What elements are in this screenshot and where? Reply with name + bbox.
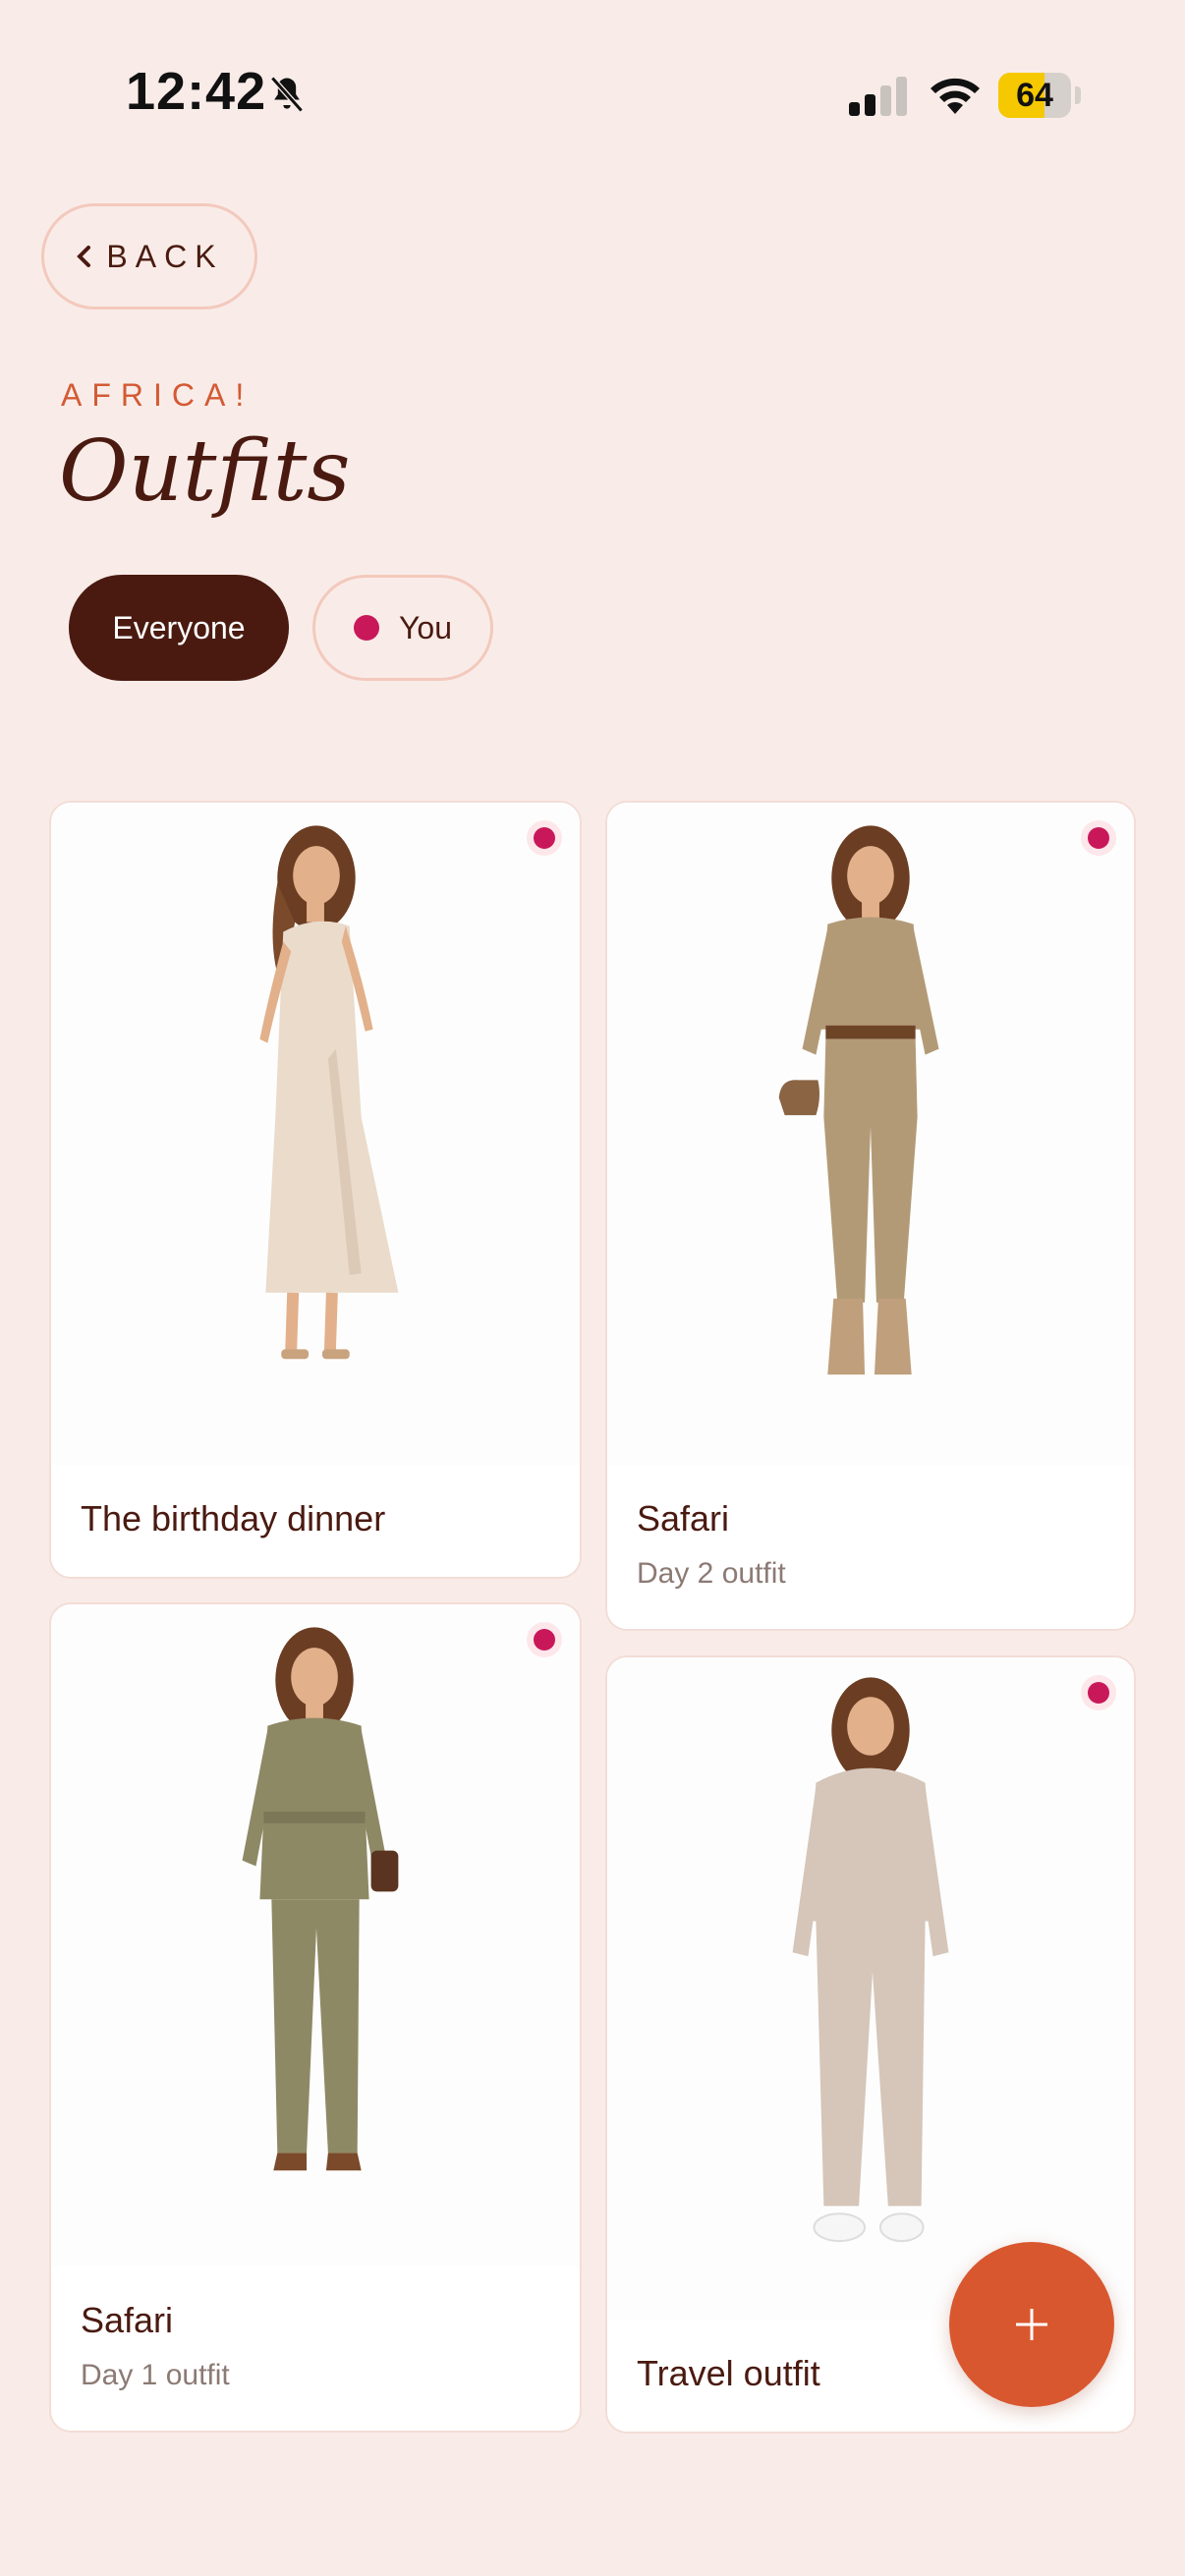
- add-outfit-button[interactable]: [949, 2242, 1114, 2407]
- back-button[interactable]: BACK: [41, 203, 257, 309]
- outfit-title: Travel outfit: [637, 2353, 820, 2393]
- cellular-signal-icon: [849, 77, 907, 116]
- outfit-title: Safari: [81, 2300, 174, 2340]
- outfit-card[interactable]: Safari Day 2 outfit: [605, 801, 1136, 1631]
- page-title: Outfits: [59, 422, 351, 521]
- user-color-dot: [354, 615, 379, 641]
- outfit-illustration: [242, 1627, 399, 2171]
- chevron-left-icon: [77, 246, 91, 267]
- status-time: 12:42: [126, 62, 267, 121]
- filter-label: Everyone: [112, 609, 246, 645]
- battery-level: 64: [1016, 77, 1053, 114]
- wifi-icon: [931, 78, 980, 114]
- outfit-image: [607, 1657, 1134, 2320]
- trip-name: AFRICA!: [61, 377, 254, 413]
- owner-dot: [527, 820, 562, 856]
- outfit-title: Safari: [637, 1498, 730, 1539]
- outfit-image: [51, 803, 580, 1465]
- status-bar: 12:42 64: [0, 0, 1185, 196]
- outfit-illustration: [259, 825, 399, 1360]
- owner-dot: [527, 1622, 562, 1657]
- outfit-image: [607, 803, 1134, 1465]
- outfit-image: [51, 1604, 580, 2267]
- outfit-illustration: [778, 825, 939, 1375]
- battery-icon: 64: [998, 73, 1081, 118]
- owner-dot: [1081, 820, 1116, 856]
- outfit-illustration: [792, 1677, 949, 2243]
- filter-everyone[interactable]: Everyone: [69, 575, 289, 681]
- filter-you[interactable]: You: [312, 575, 493, 681]
- plus-icon: [1016, 2309, 1047, 2340]
- outfit-card[interactable]: The birthday dinner: [49, 801, 582, 1579]
- outfit-card[interactable]: Safari Day 1 outfit: [49, 1602, 582, 2433]
- back-label: BACK: [106, 238, 224, 274]
- outfit-title: The birthday dinner: [81, 1498, 386, 1539]
- filter-label: You: [399, 609, 452, 645]
- bell-muted-icon: [270, 76, 304, 113]
- owner-dot: [1081, 1675, 1116, 1710]
- outfit-subtitle: Day 1 outfit: [81, 2359, 230, 2391]
- outfit-subtitle: Day 2 outfit: [637, 1557, 786, 1590]
